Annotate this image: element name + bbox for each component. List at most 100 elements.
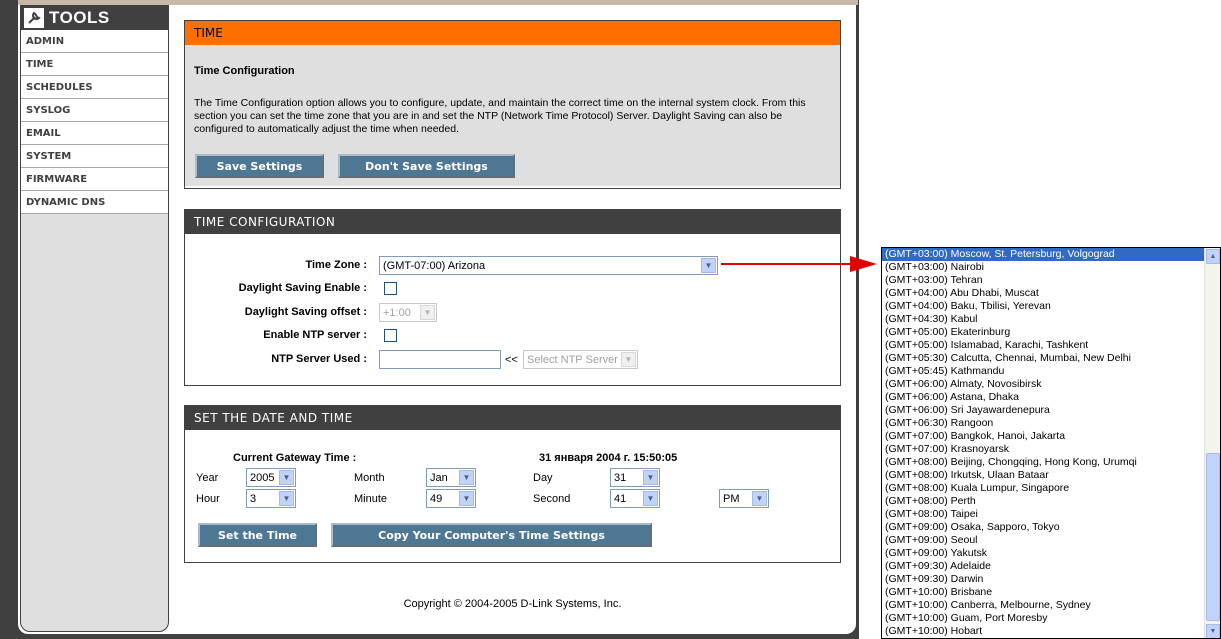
time-zone-option[interactable]: (GMT+09:00) Seoul: [882, 534, 1204, 547]
set-date-time-panel: SET THE DATE AND TIME Current Gateway Ti…: [184, 405, 841, 563]
time-zone-option[interactable]: (GMT+08:00) Beijing, Chongqing, Hong Kon…: [882, 456, 1204, 469]
current-gateway-time-label: Current Gateway Time :: [233, 452, 357, 464]
section-description: The Time Configuration option allows you…: [194, 97, 806, 135]
time-zone-dropdown-list[interactable]: (GMT+03:00) Moscow, St. Petersburg, Volg…: [881, 247, 1221, 639]
year-value: 2005: [250, 471, 275, 484]
red-arrow-icon: [721, 256, 877, 272]
time-zone-option[interactable]: (GMT+09:00) Osaka, Sapporo, Tokyo: [882, 521, 1204, 534]
ntp-server-select[interactable]: Select NTP Server ▼: [523, 350, 638, 369]
sidebar: TOOLS ADMIN TIME SCHEDULES SYSLOG EMAIL …: [20, 5, 169, 632]
time-zone-option[interactable]: (GMT+05:45) Kathmandu: [882, 365, 1204, 378]
chevron-down-icon: ▼: [752, 491, 767, 506]
time-zone-option[interactable]: (GMT+09:30) Darwin: [882, 573, 1204, 586]
minute-value: 49: [430, 492, 443, 505]
section-title: Time Configuration: [194, 65, 295, 77]
minute-label: Minute: [354, 493, 388, 505]
time-configuration-panel: TIME CONFIGURATION Time Zone : (GMT-07:0…: [184, 209, 841, 386]
time-zone-option[interactable]: (GMT+04:00) Baku, Tbilisi, Yerevan: [882, 300, 1204, 313]
day-select[interactable]: 31 ▼: [610, 468, 660, 487]
time-zone-option[interactable]: (GMT+10:00) Brisbane: [882, 586, 1204, 599]
scroll-down-icon[interactable]: ▼: [1206, 624, 1220, 638]
current-gateway-time-value: 31 января 2004 г. 15:50:05: [539, 452, 678, 464]
time-zone-option[interactable]: (GMT+06:00) Almaty, Novosibirsk: [882, 378, 1204, 391]
sidebar-title: TOOLS: [49, 8, 110, 27]
sidebar-item-label: DYNAMIC DNS: [26, 196, 106, 208]
time-zone-option[interactable]: (GMT+05:00) Islamabad, Karachi, Tashkent: [882, 339, 1204, 352]
year-label: Year: [196, 472, 219, 484]
sidebar-item-label: EMAIL: [26, 127, 61, 139]
time-zone-option[interactable]: (GMT+04:30) Kabul: [882, 313, 1204, 326]
scroll-up-icon[interactable]: ▲: [1206, 249, 1220, 264]
sidebar-item-label: SYSTEM: [26, 150, 72, 162]
chevron-down-icon: ▼: [420, 305, 435, 320]
time-zone-option[interactable]: (GMT+06:30) Rangoon: [882, 417, 1204, 430]
time-zone-option[interactable]: (GMT+08:00) Taipei: [882, 508, 1204, 521]
panel-header: SET THE DATE AND TIME: [185, 406, 840, 430]
daylight-saving-offset-label: Daylight Saving offset :: [244, 306, 367, 318]
hour-value: 3: [250, 492, 257, 505]
month-select[interactable]: Jan ▼: [426, 468, 476, 487]
time-zone-option[interactable]: (GMT+05:00) Ekaterinburg: [882, 326, 1204, 339]
save-settings-button[interactable]: Save Settings: [195, 154, 324, 178]
hour-label: Hour: [196, 493, 220, 505]
ampm-select[interactable]: PM ▼: [719, 489, 769, 508]
time-zone-option[interactable]: (GMT+10:00) Canberra, Melbourne, Sydney: [882, 599, 1204, 612]
hour-select[interactable]: 3 ▼: [246, 489, 296, 508]
time-zone-option[interactable]: (GMT+09:30) Adelaide: [882, 560, 1204, 573]
offset-value: +1:00: [383, 306, 411, 319]
second-label: Second: [533, 493, 571, 505]
time-zone-option[interactable]: (GMT+03:00) Nairobi: [882, 261, 1204, 274]
time-zone-option[interactable]: (GMT+08:00) Irkutsk, Ulaan Bataar: [882, 469, 1204, 482]
daylight-saving-offset-select[interactable]: +1:00 ▼: [379, 303, 437, 322]
sidebar-item-admin[interactable]: ADMIN: [21, 30, 168, 53]
daylight-saving-checkbox[interactable]: [384, 282, 397, 295]
month-label: Month: [354, 472, 385, 484]
second-select[interactable]: 41 ▼: [610, 489, 660, 508]
time-zone-value: (GMT-07:00) Arizona: [383, 259, 486, 272]
time-intro-panel: TIME Time Configuration The Time Configu…: [184, 20, 841, 189]
chevron-down-icon: ▼: [701, 258, 716, 273]
sidebar-item-schedules[interactable]: SCHEDULES: [21, 76, 168, 99]
ntp-select-value: Select NTP Server: [527, 353, 618, 366]
time-zone-option[interactable]: (GMT+09:00) Yakutsk: [882, 547, 1204, 560]
enable-ntp-server-label: Enable NTP server :: [263, 329, 367, 341]
time-zone-select[interactable]: (GMT-07:00) Arizona ▼: [379, 256, 718, 275]
scrollbar[interactable]: ▲ ▼: [1204, 248, 1220, 638]
intro-body: Time Configuration The Time Configuratio…: [185, 45, 840, 186]
copy-computer-time-button[interactable]: Copy Your Computer's Time Settings: [331, 523, 652, 547]
time-zone-option[interactable]: (GMT+07:00) Bangkok, Hanoi, Jakarta: [882, 430, 1204, 443]
set-the-time-button[interactable]: Set the Time: [198, 523, 317, 547]
time-zone-option[interactable]: (GMT+10:00) Guam, Port Moresby: [882, 612, 1204, 625]
time-zone-option[interactable]: (GMT+08:00) Kuala Lumpur, Singapore: [882, 482, 1204, 495]
time-zone-option[interactable]: (GMT+06:00) Sri Jayawardenepura: [882, 404, 1204, 417]
enable-ntp-checkbox[interactable]: [384, 329, 397, 342]
sidebar-item-syslog[interactable]: SYSLOG: [21, 99, 168, 122]
year-select[interactable]: 2005 ▼: [246, 468, 296, 487]
ntp-server-input[interactable]: [379, 350, 501, 369]
panel-header: TIME CONFIGURATION: [185, 210, 840, 234]
sidebar-item-firmware[interactable]: FIRMWARE: [21, 168, 168, 191]
time-zone-option[interactable]: (GMT+03:00) Tehran: [882, 274, 1204, 287]
time-zone-option[interactable]: (GMT+03:00) Moscow, St. Petersburg, Volg…: [882, 248, 1204, 261]
minute-select[interactable]: 49 ▼: [426, 489, 476, 508]
sidebar-item-dynamic-dns[interactable]: DYNAMIC DNS: [21, 191, 168, 214]
time-zone-option[interactable]: (GMT+07:00) Krasnoyarsk: [882, 443, 1204, 456]
ntp-copy-arrows: <<: [505, 354, 518, 366]
time-zone-options: (GMT+03:00) Moscow, St. Petersburg, Volg…: [882, 248, 1220, 638]
time-zone-option[interactable]: (GMT+04:00) Abu Dhabi, Muscat: [882, 287, 1204, 300]
chevron-down-icon: ▼: [643, 491, 658, 506]
time-zone-option[interactable]: (GMT+06:00) Astana, Dhaka: [882, 391, 1204, 404]
time-zone-option[interactable]: (GMT+08:00) Perth: [882, 495, 1204, 508]
sidebar-item-system[interactable]: SYSTEM: [21, 145, 168, 168]
time-zone-option[interactable]: (GMT+05:30) Calcutta, Chennai, Mumbai, N…: [882, 352, 1204, 365]
sidebar-item-time[interactable]: TIME: [21, 53, 168, 76]
time-zone-option[interactable]: (GMT+10:00) Hobart: [882, 625, 1204, 638]
sidebar-item-label: ADMIN: [26, 35, 65, 47]
sidebar-item-label: TIME: [26, 58, 54, 70]
wrench-icon: [24, 8, 44, 28]
ampm-value: PM: [723, 492, 740, 505]
scrollbar-thumb[interactable]: [1206, 453, 1220, 621]
sidebar-item-email[interactable]: EMAIL: [21, 122, 168, 145]
dont-save-settings-button[interactable]: Don't Save Settings: [338, 154, 515, 178]
day-value: 31: [614, 471, 627, 484]
